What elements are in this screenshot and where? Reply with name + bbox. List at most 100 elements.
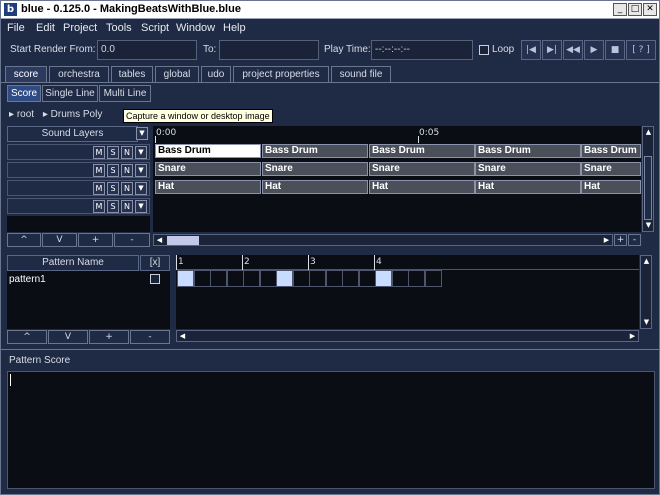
loop-checkbox[interactable] xyxy=(479,45,489,55)
pattern-remove-button[interactable]: - xyxy=(130,330,170,344)
scroll-left-icon[interactable]: ◀ xyxy=(154,235,165,246)
menu-project[interactable]: Project xyxy=(63,22,97,34)
subtab-single-line[interactable]: Single Line xyxy=(42,85,98,102)
layer-dropdown-icon[interactable]: ▼ xyxy=(135,182,147,195)
note-button[interactable]: N xyxy=(121,146,133,159)
pattern-move-down-button[interactable]: V xyxy=(48,330,88,344)
step-cell[interactable] xyxy=(375,270,392,287)
title-bar[interactable]: b blue - 0.125.0 - MakingBeatsWithBlue.b… xyxy=(1,1,659,19)
step-cell[interactable] xyxy=(276,270,293,287)
zoom-out-button[interactable]: - xyxy=(628,234,641,246)
sound-layers-dropdown-icon[interactable]: ▼ xyxy=(136,127,148,140)
step-cell[interactable] xyxy=(177,270,194,287)
sound-object[interactable]: Hat xyxy=(475,180,581,194)
layer-move-down-button[interactable]: V xyxy=(42,233,77,247)
score-horizontal-scrollbar[interactable]: ◀ ▶ xyxy=(153,234,613,246)
step-cell[interactable] xyxy=(391,270,409,287)
maximize-button[interactable]: □ xyxy=(628,3,642,16)
rewind-start-icon[interactable]: |◀ xyxy=(521,40,541,60)
to-field[interactable] xyxy=(219,40,319,60)
zoom-in-button[interactable]: + xyxy=(614,234,627,246)
sound-object[interactable]: Snare xyxy=(262,162,368,176)
sound-object[interactable]: Hat xyxy=(369,180,475,194)
list-item[interactable]: pattern1 xyxy=(7,271,170,287)
pattern-horizontal-scrollbar[interactable]: ◀ ▶ xyxy=(176,330,639,342)
note-button[interactable]: N xyxy=(121,200,133,213)
sound-object[interactable]: Bass Drum xyxy=(581,144,641,158)
step-cell[interactable] xyxy=(408,270,425,287)
layer-move-up-button[interactable]: ^ xyxy=(7,233,41,247)
step-cell[interactable] xyxy=(424,270,442,287)
sound-object[interactable]: Hat xyxy=(155,180,261,194)
layer-add-button[interactable]: + xyxy=(78,233,113,247)
pattern-score-editor[interactable] xyxy=(7,371,655,489)
menu-tools[interactable]: Tools xyxy=(106,22,132,34)
step-cell[interactable] xyxy=(325,270,343,287)
scroll-left-icon[interactable]: ◀ xyxy=(177,331,188,342)
sound-object[interactable]: Bass Drum xyxy=(155,144,261,158)
mute-button[interactable]: M xyxy=(93,200,105,213)
step-cell[interactable] xyxy=(243,270,260,287)
solo-button[interactable]: S xyxy=(107,182,119,195)
pattern-grid-area[interactable]: 1 2 3 4 xyxy=(176,255,639,329)
scroll-right-icon[interactable]: ▶ xyxy=(627,331,638,342)
rewind-icon[interactable]: ◀◀ xyxy=(563,40,583,60)
scroll-thumb[interactable] xyxy=(167,236,199,245)
pattern-mute-checkbox[interactable] xyxy=(150,274,160,284)
sound-object[interactable]: Snare xyxy=(369,162,475,176)
step-cell[interactable] xyxy=(193,270,211,287)
stop-icon[interactable]: ■ xyxy=(605,40,625,60)
pattern-add-button[interactable]: + xyxy=(89,330,129,344)
step-cell[interactable] xyxy=(342,270,359,287)
tab-orchestra[interactable]: orchestra xyxy=(49,66,109,82)
mark-forward-icon[interactable]: ▶| xyxy=(542,40,562,60)
sound-object[interactable]: Bass Drum xyxy=(369,144,475,158)
tab-score[interactable]: score xyxy=(5,66,47,82)
breadcrumb-root[interactable]: root xyxy=(17,109,34,120)
menu-edit[interactable]: Edit xyxy=(36,22,55,34)
tab-udo[interactable]: udo xyxy=(201,66,231,82)
sound-object[interactable]: Bass Drum xyxy=(475,144,581,158)
layer-dropdown-icon[interactable]: ▼ xyxy=(135,200,147,213)
menu-script[interactable]: Script xyxy=(141,22,169,34)
tab-sound-file[interactable]: sound file xyxy=(331,66,391,82)
sound-object[interactable]: Snare xyxy=(581,162,641,176)
scroll-up-icon[interactable]: ▲ xyxy=(641,256,652,267)
score-timeline[interactable]: Bass Drum Bass Drum Bass Drum Bass Drum … xyxy=(153,143,641,232)
sound-object[interactable]: Hat xyxy=(262,180,368,194)
start-render-field[interactable]: 0.0 xyxy=(97,40,197,60)
scroll-right-icon[interactable]: ▶ xyxy=(601,235,612,246)
minimize-button[interactable]: _ xyxy=(613,3,627,16)
pattern-move-up-button[interactable]: ^ xyxy=(7,330,47,344)
scroll-down-icon[interactable]: ▼ xyxy=(643,220,654,231)
solo-button[interactable]: S xyxy=(107,164,119,177)
close-button[interactable]: ✕ xyxy=(643,3,657,16)
timeline-ruler[interactable]: 0:00 0:05 xyxy=(153,126,641,143)
menu-window[interactable]: Window xyxy=(176,22,215,34)
step-cell[interactable] xyxy=(226,270,244,287)
tab-project-properties[interactable]: project properties xyxy=(233,66,329,82)
step-cell[interactable] xyxy=(292,270,310,287)
subtab-multi-line[interactable]: Multi Line xyxy=(99,85,151,102)
note-button[interactable]: N xyxy=(121,164,133,177)
scroll-down-icon[interactable]: ▼ xyxy=(641,317,652,328)
note-button[interactable]: N xyxy=(121,182,133,195)
scroll-up-icon[interactable]: ▲ xyxy=(643,127,654,138)
play-icon[interactable]: ▶ xyxy=(584,40,604,60)
layer-dropdown-icon[interactable]: ▼ xyxy=(135,164,147,177)
pattern-vertical-scrollbar[interactable]: ▲ ▼ xyxy=(640,255,652,329)
menu-file[interactable]: File xyxy=(7,22,25,34)
sound-object[interactable]: Bass Drum xyxy=(262,144,368,158)
tab-global[interactable]: global xyxy=(155,66,199,82)
step-cell[interactable] xyxy=(210,270,227,287)
layer-remove-button[interactable]: - xyxy=(114,233,150,247)
mute-button[interactable]: M xyxy=(93,146,105,159)
solo-button[interactable]: S xyxy=(107,200,119,213)
tab-tables[interactable]: tables xyxy=(111,66,153,82)
sound-object[interactable]: Hat xyxy=(581,180,641,194)
help-button[interactable]: [ ? ] xyxy=(626,40,656,60)
solo-button[interactable]: S xyxy=(107,146,119,159)
sound-object[interactable]: Snare xyxy=(155,162,261,176)
mute-button[interactable]: M xyxy=(93,164,105,177)
layer-dropdown-icon[interactable]: ▼ xyxy=(135,146,147,159)
